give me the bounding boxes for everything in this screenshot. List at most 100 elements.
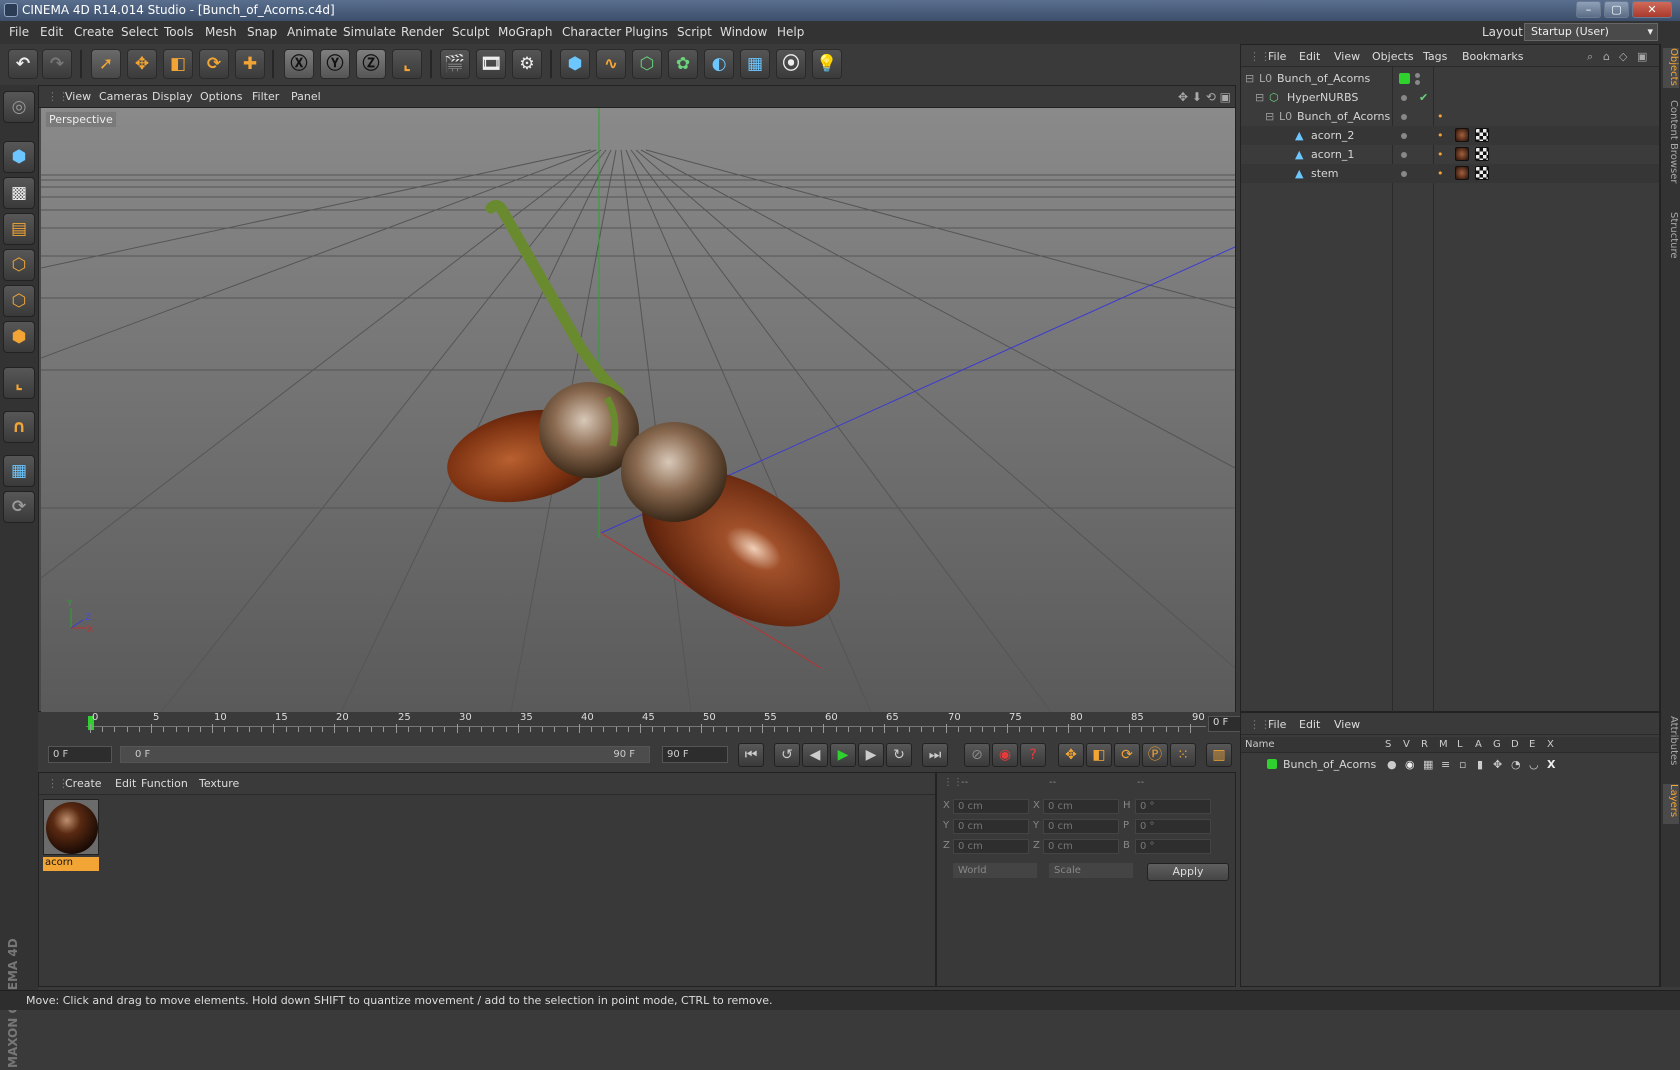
material-tag-icon[interactable] xyxy=(1455,147,1469,161)
size-z-field[interactable]: 0 cm xyxy=(1043,839,1119,854)
make-editable-icon[interactable]: ◎ xyxy=(3,91,35,123)
tab-attributes[interactable]: Attributes xyxy=(1663,716,1679,776)
light-icon[interactable]: 💡 xyxy=(812,49,842,79)
z-axis-lock-icon[interactable]: Ⓩ xyxy=(356,49,386,79)
material-menu-function[interactable]: Function xyxy=(141,777,188,790)
tree-row[interactable]: ⊟ L0 Bunch_of_Acorns • xyxy=(1241,107,1659,126)
snap-magnet-icon[interactable]: ∩ xyxy=(3,411,35,443)
layer-col-expressions[interactable]: E xyxy=(1529,739,1535,750)
layer-solo-icon[interactable]: ● xyxy=(1387,758,1397,771)
visibility-dot[interactable] xyxy=(1401,114,1407,120)
key-scale-icon[interactable]: ◧ xyxy=(1086,743,1112,767)
undo-icon[interactable]: ↶ xyxy=(8,49,38,79)
uvw-tag-icon[interactable] xyxy=(1475,128,1489,142)
new-view-icon[interactable]: ▣ xyxy=(1637,50,1647,63)
rotation-b-field[interactable]: 0 ° xyxy=(1135,839,1211,854)
object-menu-objects[interactable]: Objects xyxy=(1372,50,1414,63)
viewport-menu-options[interactable]: Options xyxy=(200,90,242,103)
goto-end-icon[interactable]: ⏭ xyxy=(922,743,948,767)
menu-snap[interactable]: Snap xyxy=(247,25,277,39)
minimize-button[interactable]: – xyxy=(1576,1,1601,18)
next-key-icon[interactable]: ↻ xyxy=(886,743,912,767)
render-visibility-dot[interactable] xyxy=(1415,80,1420,85)
layer-color-swatch[interactable] xyxy=(1267,759,1277,769)
phong-tag-icon[interactable]: • xyxy=(1437,167,1444,180)
timeline-window-icon[interactable]: ▥ xyxy=(1206,743,1232,767)
tree-row[interactable]: ▲ acorn_2 • xyxy=(1241,126,1659,145)
position-z-field[interactable]: 0 cm xyxy=(953,839,1029,854)
nurbs-icon[interactable]: ⬡ xyxy=(632,49,662,79)
coord-type-select[interactable]: Scale xyxy=(1049,863,1133,878)
recent-tools-icon[interactable]: ✚ xyxy=(235,49,265,79)
render-settings-icon[interactable]: ⚙ xyxy=(512,49,542,79)
menu-script[interactable]: Script xyxy=(677,25,712,39)
layer-col-manager[interactable]: M xyxy=(1439,739,1448,750)
key-pla-icon[interactable]: ⁙ xyxy=(1170,743,1196,767)
tree-row[interactable]: ⊟ ⬡ HyperNURBS ✔ xyxy=(1241,88,1659,107)
collapse-icon[interactable]: ⊟ xyxy=(1255,91,1264,104)
collapse-icon[interactable]: ⊟ xyxy=(1265,110,1274,123)
edges-mode-icon[interactable]: ⬡ xyxy=(3,285,35,317)
autokey-icon[interactable]: ◉ xyxy=(992,743,1018,767)
size-y-field[interactable]: 0 cm xyxy=(1043,819,1119,834)
array-icon[interactable]: ✿ xyxy=(668,49,698,79)
layer-generator-icon[interactable]: ✥ xyxy=(1493,758,1502,771)
collapse-icon[interactable]: ⊟ xyxy=(1245,72,1254,85)
object-menu-file[interactable]: File xyxy=(1268,50,1286,63)
tag-icon[interactable]: • xyxy=(1437,110,1444,123)
keyframe-selection-icon[interactable]: ? xyxy=(1020,743,1046,767)
goto-start-icon[interactable]: ⏮ xyxy=(738,743,764,767)
x-axis-lock-icon[interactable]: Ⓧ xyxy=(284,49,314,79)
layer-col-deformers[interactable]: D xyxy=(1511,739,1519,750)
rotate-tool-icon[interactable]: ⟳ xyxy=(199,49,229,79)
menu-window[interactable]: Window xyxy=(720,25,767,39)
layer-col-animation[interactable]: A xyxy=(1475,739,1482,750)
material-tag-icon[interactable] xyxy=(1455,128,1469,142)
material-tag-icon[interactable] xyxy=(1455,166,1469,180)
move-tool-icon[interactable]: ✥ xyxy=(127,49,157,79)
layer-color-icon[interactable] xyxy=(1399,73,1410,84)
spline-pen-icon[interactable]: ∿ xyxy=(596,49,626,79)
enabled-check-icon[interactable]: ✔ xyxy=(1419,91,1428,104)
menu-sculpt[interactable]: Sculpt xyxy=(452,25,489,39)
tab-objects[interactable]: Objects xyxy=(1663,48,1679,88)
uvw-tag-icon[interactable] xyxy=(1475,166,1489,180)
viewport-menu-filter[interactable]: Filter xyxy=(252,90,279,103)
viewport-menu-display[interactable]: Display xyxy=(152,90,193,103)
menu-tools[interactable]: Tools xyxy=(164,25,194,39)
layer-col-render[interactable]: R xyxy=(1421,739,1428,750)
render-view-icon[interactable]: 🎬 xyxy=(440,49,470,79)
frame-range-slider[interactable]: 0 F 90 F xyxy=(120,746,650,763)
layer-col-solo[interactable]: S xyxy=(1385,739,1391,750)
timeline-track[interactable]: 0 5 10 15 20 25 30 35 40 45 50 55 60 65 70 75 80 85 90 xyxy=(86,712,1206,734)
layer-xref-icon[interactable]: X xyxy=(1547,758,1555,771)
layer-col-generators[interactable]: G xyxy=(1493,739,1501,750)
object-menu-edit[interactable]: Edit xyxy=(1299,50,1320,63)
uvw-tag-icon[interactable] xyxy=(1475,147,1489,161)
object-menu-tags[interactable]: Tags xyxy=(1423,50,1447,63)
texture-mode-icon[interactable]: ▩ xyxy=(3,177,35,209)
tab-content-browser[interactable]: Content Browser xyxy=(1663,100,1679,200)
cube-icon[interactable]: ⬢ xyxy=(560,49,590,79)
deformer-icon[interactable]: ◐ xyxy=(704,49,734,79)
redo-icon[interactable]: ↷ xyxy=(42,49,72,79)
viewport-nav-icons[interactable]: ✥ ⬇ ⟲ ▣ xyxy=(1178,90,1231,104)
object-menu-view[interactable]: View xyxy=(1334,50,1360,63)
position-x-field[interactable]: 0 cm xyxy=(953,799,1029,814)
previous-frame-icon[interactable]: ◀ xyxy=(802,743,828,767)
menu-mesh[interactable]: Mesh xyxy=(205,25,237,39)
play-icon[interactable]: ▶ xyxy=(830,743,856,767)
editor-visibility-dot[interactable] xyxy=(1415,73,1420,78)
visibility-dot[interactable] xyxy=(1401,133,1407,139)
position-y-field[interactable]: 0 cm xyxy=(953,819,1029,834)
layer-deformer-icon[interactable]: ◔ xyxy=(1511,758,1521,771)
previous-key-icon[interactable]: ↺ xyxy=(774,743,800,767)
layer-manager-icon[interactable]: ≡ xyxy=(1441,758,1450,771)
record-active-icon[interactable]: ⊘ xyxy=(964,743,990,767)
layer-render-icon[interactable]: ▦ xyxy=(1423,758,1433,771)
coord-mode-select[interactable]: World xyxy=(953,863,1037,878)
key-position-icon[interactable]: ✥ xyxy=(1058,743,1084,767)
coordinate-system-icon[interactable]: ⌞ xyxy=(392,49,422,79)
layer-menu-edit[interactable]: Edit xyxy=(1299,718,1320,731)
folding-icon[interactable]: ◇ xyxy=(1619,50,1627,63)
